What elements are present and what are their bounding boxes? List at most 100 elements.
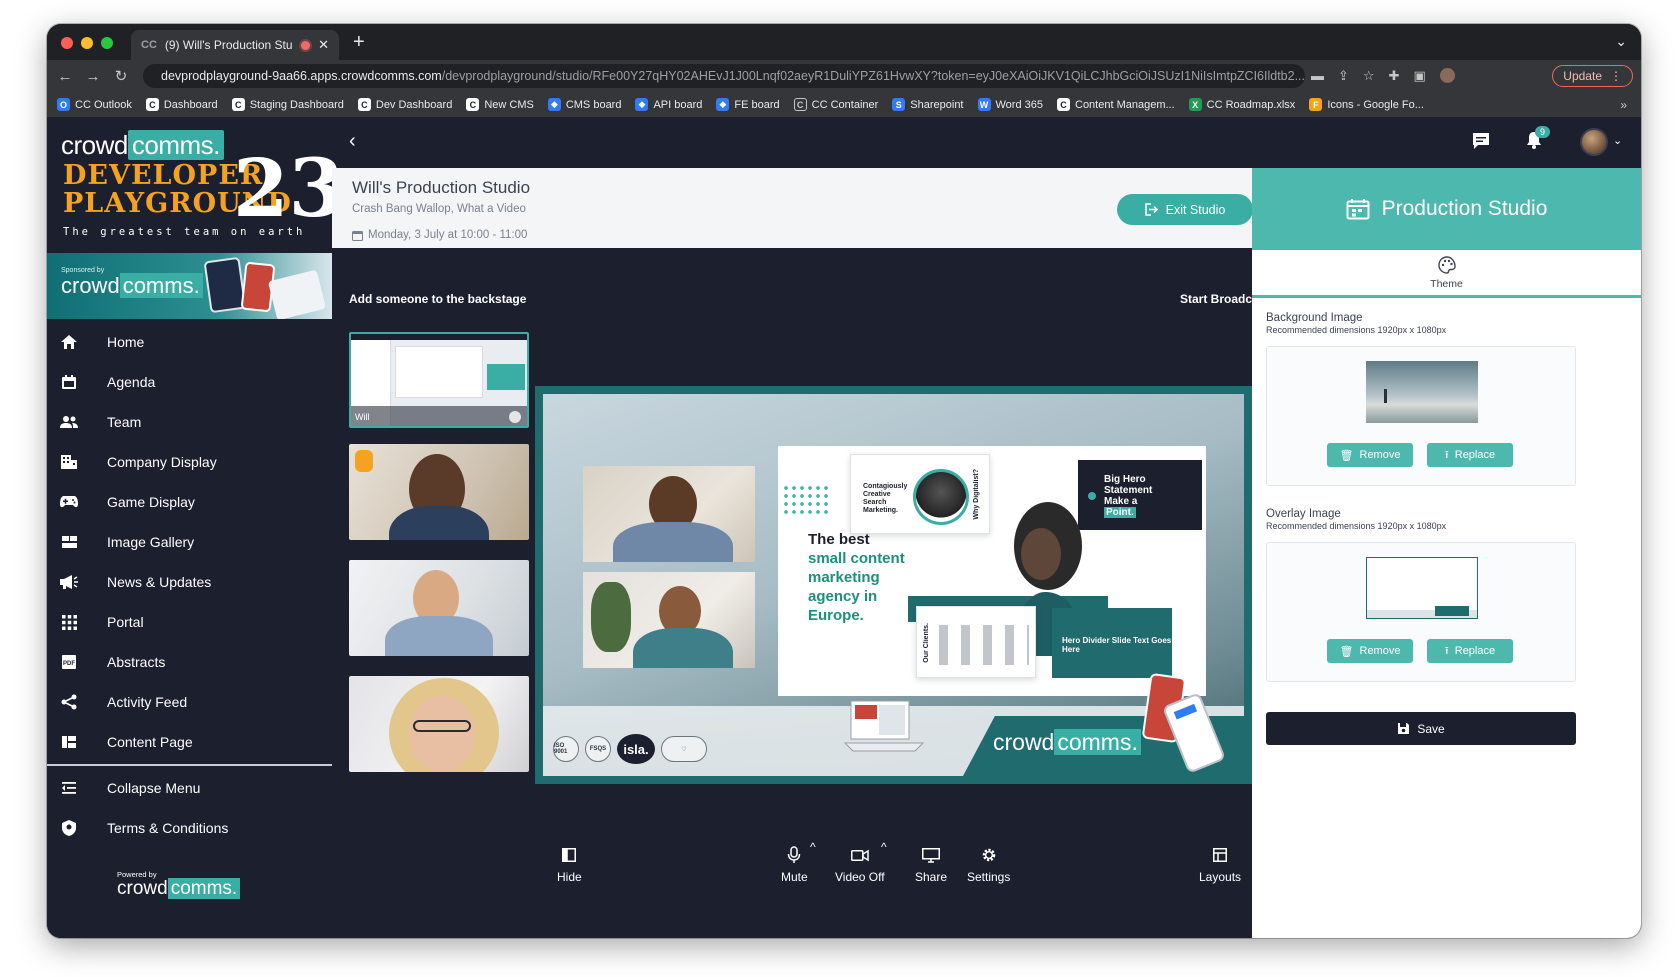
sidebar-item-activity-feed[interactable]: Activity Feed [47,682,332,722]
user-avatar[interactable] [1580,128,1608,156]
share-button[interactable]: Share [915,846,947,884]
stage-logo-highlight: comms. [1054,729,1141,755]
hide-label: Hide [557,870,582,884]
sponsor-logo-text: crowd [61,273,120,298]
tab-search-chevron-icon[interactable]: ⌄ [1615,33,1627,50]
bookmark-label: Content Managem... [1075,98,1175,111]
backstage-participant-tile[interactable] [349,560,529,656]
stage-camera-tile[interactable] [583,466,755,562]
backstage-participant-tile[interactable] [349,444,529,540]
sidebar-item-company-display[interactable]: Company Display [47,442,332,482]
sidebar-item-abstracts[interactable]: PDF Abstracts [47,642,332,682]
sidebar-item-agenda[interactable]: Agenda [47,362,332,402]
mute-button[interactable]: Mute [781,846,808,884]
broadcast-stage[interactable]: crowd comms. The best small content marke… [535,386,1252,784]
maximize-window-button[interactable] [101,37,113,49]
remove-label: Remove [1359,645,1401,657]
extensions-puzzle-icon[interactable]: ✚ [1389,68,1400,84]
bookmark-item[interactable]: C Dev Dashboard [357,98,452,111]
bookmarks-overflow-icon[interactable]: » [1620,98,1627,112]
share-page-icon[interactable]: ⇪ [1338,68,1349,84]
fsqs-badge: FSQS [585,736,611,762]
replace-label: Replace [1454,645,1496,657]
thumb-card [487,364,525,390]
sidebar-item-home[interactable]: Home [47,322,332,362]
hero-line: Statement [1104,485,1153,496]
video-off-label: Video Off [835,870,885,884]
cc-icon: C [1057,98,1070,111]
bookmark-item[interactable]: O CC Outlook [57,98,132,111]
powered-by-logo[interactable]: Powered by crowd comms. [117,870,241,900]
back-chevron-icon[interactable]: ‹ [349,130,356,153]
google-fonts-icon: F [1309,98,1323,111]
backstage-label[interactable]: Add someone to the backstage [349,292,526,306]
layout-icon [59,732,79,752]
bookmark-item[interactable]: C Content Managem... [1057,98,1175,111]
forward-arrow-icon[interactable]: → [79,68,107,85]
replace-overlay-button[interactable]: ⭱ Replace [1427,639,1513,663]
save-button[interactable]: Save [1266,712,1576,745]
hide-button[interactable]: Hide [557,846,582,884]
tab-theme[interactable]: Theme [1252,250,1641,298]
replace-background-button[interactable]: ⭱ Replace [1427,443,1513,467]
bookmark-item[interactable]: C Staging Dashboard [231,98,344,111]
terms-conditions-link[interactable]: Terms & Conditions [47,808,332,848]
event-tagline: The greatest team on earth [63,226,306,238]
sidebar-item-label: Company Display [107,454,217,470]
mute-options-caret-icon[interactable]: ^ [810,840,816,854]
remove-background-button[interactable]: 🗑︎ Remove [1327,443,1413,467]
close-tab-icon[interactable]: ✕ [318,37,329,53]
sidebar-item-label: Game Display [107,494,195,510]
laptop-illustration [843,700,925,752]
microphone-icon[interactable] [509,411,521,423]
chat-icon[interactable] [1471,132,1491,150]
stage-camera-tile[interactable] [583,572,755,668]
new-tab-icon[interactable]: + [353,31,365,54]
back-arrow-icon[interactable]: ← [51,68,79,85]
browser-tab[interactable]: CC (9) Will's Production Studio ✕ [131,30,339,60]
floppy-disk-icon [1398,723,1410,734]
reload-icon[interactable]: ↻ [107,67,135,85]
excel-icon: X [1188,98,1202,111]
sidebar-item-portal[interactable]: Portal [47,602,332,642]
bookmark-item[interactable]: W Word 365 [977,98,1043,111]
event-logo[interactable]: crowd comms. DEVELOPER PLAYGROUND 23 The g… [61,130,344,240]
sidebar-item-game-display[interactable]: Game Display [47,482,332,522]
camera-indicator-icon[interactable]: ▬ [1311,68,1324,84]
remove-overlay-button[interactable]: 🗑︎ Remove [1327,639,1413,663]
backstage-screenshare-tile[interactable]: Will [349,332,529,428]
profile-icon[interactable] [1439,68,1455,83]
sidebar-item-team[interactable]: Team [47,402,332,442]
update-button[interactable]: Update ⋮ [1552,65,1633,87]
close-window-button[interactable] [61,37,73,49]
settings-button[interactable]: Settings [967,846,1010,884]
bookmark-item[interactable]: ◆ API board [635,98,702,111]
bookmark-item[interactable]: C CC Container [793,98,878,111]
bookmark-star-icon[interactable]: ☆ [1363,68,1375,84]
sponsor-banner[interactable]: Sponsored by crowd comms. [47,253,332,319]
chevron-down-icon[interactable]: ⌄ [1613,134,1622,147]
sidebar-item-news-updates[interactable]: News & Updates [47,562,332,602]
bookmark-item[interactable]: F Icons - Google Fo... [1309,98,1424,111]
video-options-caret-icon[interactable]: ^ [881,840,887,854]
bookmark-item[interactable]: ◆ FE board [716,98,780,111]
notifications-button[interactable]: 9 [1525,126,1551,155]
layouts-button[interactable]: Layouts [1199,846,1241,884]
url-field[interactable]: devprodplayground-9aa66.apps.crowdcomms.… [143,64,1305,88]
bookmark-item[interactable]: C New CMS [466,98,534,111]
panel-hide-icon [562,846,577,864]
isla-badge: isla. [617,734,655,764]
video-off-button[interactable]: Video Off [835,846,885,884]
bookmark-item[interactable]: ◆ CMS board [547,98,621,111]
sidebar-item-content-page[interactable]: Content Page [47,722,332,762]
side-panel-icon[interactable]: ▣ [1413,68,1425,84]
sidebar-item-image-gallery[interactable]: Image Gallery [47,522,332,562]
minimize-window-button[interactable] [81,37,93,49]
bookmark-item[interactable]: S Sharepoint [892,98,964,111]
bookmark-label: CC Roadmap.xlsx [1206,98,1296,111]
backstage-participant-tile[interactable] [349,676,529,772]
bookmark-item[interactable]: C Dashboard [145,98,218,111]
exit-studio-button[interactable]: Exit Studio [1117,194,1253,225]
collapse-menu-button[interactable]: Collapse Menu [47,768,332,808]
bookmark-item[interactable]: X CC Roadmap.xlsx [1188,98,1296,111]
